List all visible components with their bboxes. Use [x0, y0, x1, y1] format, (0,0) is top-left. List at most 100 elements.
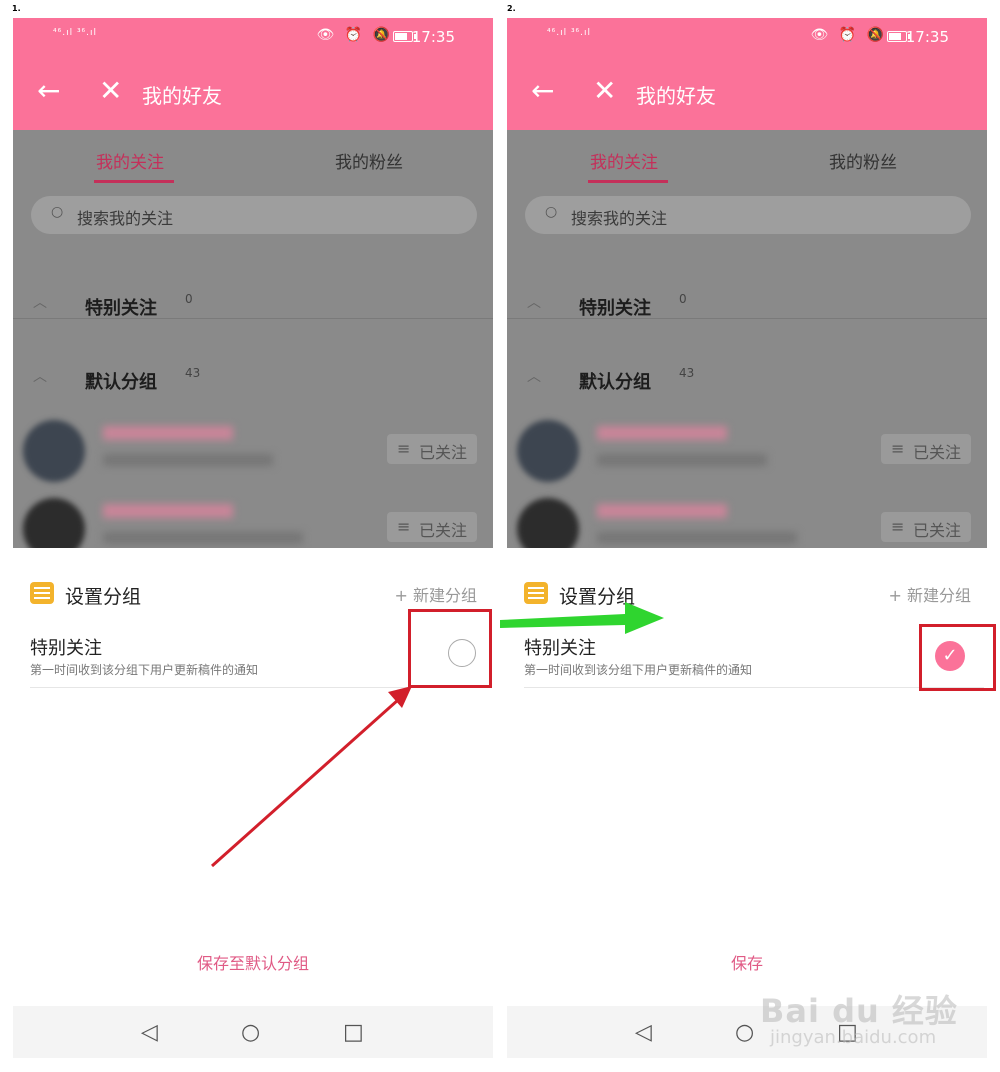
tab-followers[interactable]: 我的粉丝: [335, 148, 403, 173]
save-button[interactable]: 保存: [507, 950, 987, 974]
option-divider: [524, 687, 984, 688]
group-special[interactable]: ︿ 特别关注 0: [13, 276, 493, 336]
group-default[interactable]: ︿ 默认分组 43: [507, 350, 987, 410]
tab-following[interactable]: 我的关注: [96, 148, 164, 173]
list-item[interactable]: ≡ 已关注: [507, 490, 987, 548]
group-count: 43: [185, 366, 201, 380]
list-item[interactable]: ≡ 已关注: [507, 412, 987, 486]
avatar: [23, 498, 85, 548]
group-name: 特别关注: [85, 298, 157, 319]
status-icons: 👁 ⏰ 🔕: [810, 27, 887, 43]
avatar: [23, 420, 85, 482]
followed-button[interactable]: ≡ 已关注: [881, 434, 971, 464]
battery-icon: [887, 31, 910, 42]
followed-button[interactable]: ≡ 已关注: [387, 434, 477, 464]
search-placeholder: 搜索我的关注: [77, 209, 174, 228]
new-group-button[interactable]: + 新建分组: [395, 582, 478, 606]
menu-icon: ≡: [397, 517, 411, 536]
menu-icon: ≡: [891, 517, 905, 536]
tab-indicator: [588, 180, 668, 183]
page-title: 我的好友: [142, 84, 222, 108]
screenshot-panel-2: ⁴⁶.ıl ³⁶.ıl 👁 ⏰ 🔕 17:35 ← ✕ 我的好友 我的关注 我的…: [507, 18, 987, 1060]
blurred-description: [597, 454, 767, 466]
avatar: [517, 498, 579, 548]
group-list-icon: [30, 582, 54, 604]
status-bar: ⁴⁶.ıl ³⁶.ıl 👁 ⏰ 🔕 17:35: [13, 18, 493, 58]
system-nav-bar: ◁ ○ □: [13, 1006, 493, 1058]
tab-followers[interactable]: 我的粉丝: [829, 148, 897, 173]
group-name: 默认分组: [85, 372, 157, 393]
chevron-up-icon: ︿: [527, 295, 541, 311]
divider: [507, 318, 987, 319]
nav-back-icon[interactable]: ◁: [635, 1020, 652, 1045]
blurred-username: [103, 426, 233, 440]
followed-label: 已关注: [913, 443, 962, 462]
blurred-username: [597, 426, 727, 440]
chevron-up-icon: ︿: [527, 369, 541, 385]
avatar: [517, 420, 579, 482]
menu-icon: ≡: [891, 439, 905, 458]
signal-icon: ⁴⁶.ıl ³⁶.ıl: [53, 28, 98, 38]
screenshot-panel-1: ⁴⁶.ıl ³⁶.ıl 👁 ⏰ 🔕 17:35 ← ✕ 我的好友 我的关注 我的…: [13, 18, 493, 1060]
chevron-up-icon: ︿: [33, 369, 47, 385]
signal-icon: ⁴⁶.ıl ³⁶.ıl: [547, 28, 592, 38]
group-name: 默认分组: [579, 372, 651, 393]
search-icon: ○: [545, 204, 558, 220]
nav-recents-icon[interactable]: □: [343, 1020, 364, 1045]
followed-button[interactable]: ≡ 已关注: [881, 512, 971, 542]
step-label-2: 2.: [507, 4, 516, 13]
new-group-button[interactable]: + 新建分组: [889, 582, 972, 606]
search-input[interactable]: ○ 搜索我的关注: [525, 196, 971, 234]
group-default[interactable]: ︿ 默认分组 43: [13, 350, 493, 410]
back-arrow-icon[interactable]: ←: [37, 74, 60, 107]
nav-home-icon[interactable]: ○: [241, 1020, 260, 1045]
page-title: 我的好友: [636, 84, 716, 108]
group-count: 43: [679, 366, 695, 380]
highlight-box-checked: [919, 624, 996, 691]
list-item[interactable]: ≡ 已关注: [13, 412, 493, 486]
back-arrow-icon[interactable]: ←: [531, 74, 554, 107]
option-description: 第一时间收到该分组下用户更新稿件的通知: [30, 663, 259, 677]
status-bar: ⁴⁶.ıl ³⁶.ıl 👁 ⏰ 🔕 17:35: [507, 18, 987, 58]
status-icons: 👁 ⏰ 🔕: [316, 27, 393, 43]
group-sheet-header: 设置分组 + 新建分组: [507, 580, 987, 620]
nav-back-icon[interactable]: ◁: [141, 1020, 158, 1045]
list-item[interactable]: ≡ 已关注: [13, 490, 493, 548]
group-name: 特别关注: [579, 298, 651, 319]
blurred-username: [103, 504, 233, 518]
baidu-watermark: Bai du 经验: [760, 992, 958, 1030]
followed-label: 已关注: [419, 521, 468, 540]
group-list-icon: [524, 582, 548, 604]
sheet-title: 设置分组: [559, 586, 636, 608]
option-title: 特别关注: [524, 638, 596, 659]
close-icon[interactable]: ✕: [99, 74, 122, 107]
followed-button[interactable]: ≡ 已关注: [387, 512, 477, 542]
option-title: 特别关注: [30, 638, 102, 659]
close-icon[interactable]: ✕: [593, 74, 616, 107]
status-time: 17:35: [411, 28, 455, 46]
option-description: 第一时间收到该分组下用户更新稿件的通知: [524, 663, 753, 677]
tab-following[interactable]: 我的关注: [590, 148, 658, 173]
app-bar: ← ✕ 我的好友: [507, 58, 987, 130]
highlight-box-radio: [408, 609, 492, 688]
tab-indicator: [94, 180, 174, 183]
group-count: 0: [185, 292, 193, 306]
step-label-1: 1.: [12, 4, 21, 13]
group-special[interactable]: ︿ 特别关注 0: [507, 276, 987, 336]
chevron-up-icon: ︿: [33, 295, 47, 311]
blurred-username: [597, 504, 727, 518]
nav-home-icon[interactable]: ○: [735, 1020, 754, 1045]
dimmed-friends-list: 我的关注 我的粉丝 ○ 搜索我的关注 ︿ 特别关注 0 ︿ 默认分组 43 ≡ …: [13, 130, 493, 548]
group-count: 0: [679, 292, 687, 306]
search-icon: ○: [51, 204, 64, 220]
battery-icon: [393, 31, 416, 42]
app-bar: ← ✕ 我的好友: [13, 58, 493, 130]
save-to-default-button[interactable]: 保存至默认分组: [13, 950, 493, 974]
followed-label: 已关注: [913, 521, 962, 540]
search-placeholder: 搜索我的关注: [571, 209, 668, 228]
followed-label: 已关注: [419, 443, 468, 462]
search-input[interactable]: ○ 搜索我的关注: [31, 196, 477, 234]
blurred-description: [597, 532, 797, 544]
menu-icon: ≡: [397, 439, 411, 458]
dimmed-friends-list: 我的关注 我的粉丝 ○ 搜索我的关注 ︿ 特别关注 0 ︿ 默认分组 43 ≡ …: [507, 130, 987, 548]
